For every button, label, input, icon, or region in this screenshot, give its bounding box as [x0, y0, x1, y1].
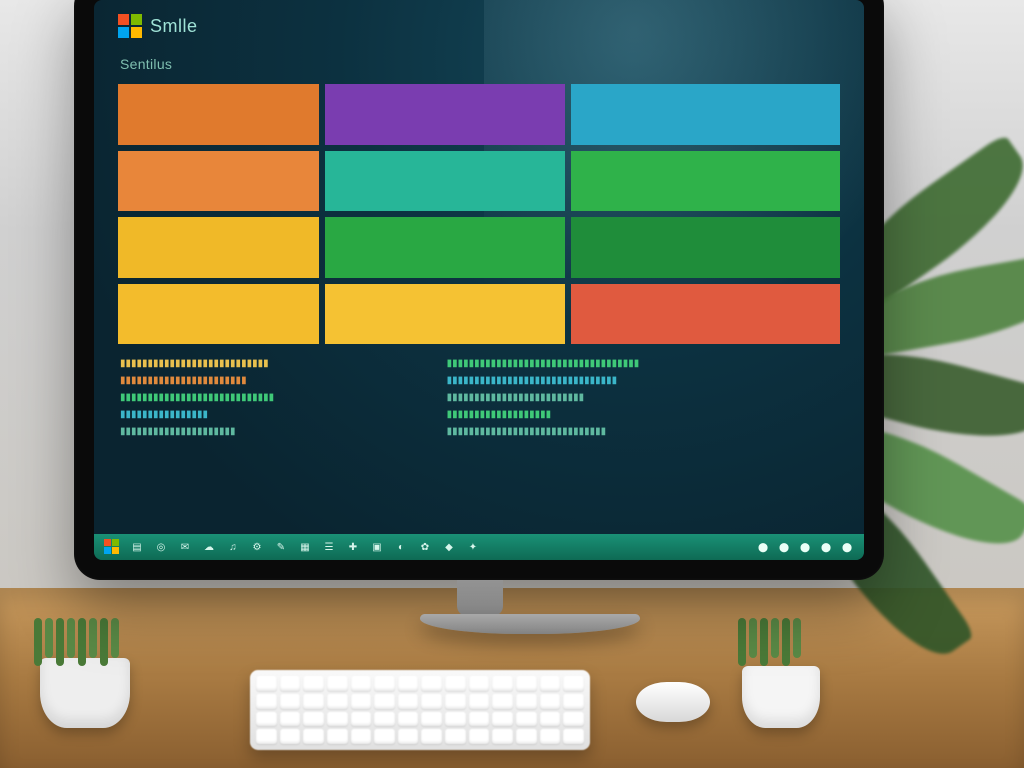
start-button[interactable] — [104, 539, 120, 555]
start-tile-t5[interactable] — [325, 151, 565, 212]
app-title: Smlle — [150, 16, 198, 37]
start-tile-t8[interactable] — [325, 217, 565, 278]
app-header: Smlle — [118, 14, 198, 38]
windows-logo-icon — [118, 14, 142, 38]
taskbar: ▤ ◎ ✉ ☁ ♫ ⚙ ✎ ▦ ☰ ✚ ▣ ◐ ✿ ◆ ✦ ⬤ ⬤ ⬤ ⬤ ⬤ — [94, 534, 864, 560]
start-tile-t11[interactable] — [325, 284, 565, 345]
start-tile-t3[interactable] — [571, 84, 840, 145]
taskbar-app-4[interactable]: ♫ — [226, 540, 240, 554]
code-output-block: ▮▮▮▮▮▮▮▮▮▮▮▮▮▮▮▮▮▮▮▮▮▮▮▮▮▮▮▮▮▮▮▮▮▮▮▮▮▮▮▮… — [120, 356, 840, 520]
taskbar-app-1[interactable]: ◎ — [154, 540, 168, 554]
code-line: ▮▮▮▮▮▮▮▮▮▮▮▮▮▮▮▮▮▮▮▮▮▮▮▮▮▮▮ — [120, 356, 423, 373]
start-tile-t12[interactable] — [571, 284, 840, 345]
tray-icon-2[interactable]: ⬤ — [798, 540, 812, 554]
code-line: ▮▮▮▮▮▮▮▮▮▮▮▮▮▮▮▮▮▮▮▮▮▮▮▮▮▮▮▮ — [120, 390, 423, 407]
screen: Smlle Sentilus ▮▮▮▮▮▮▮▮▮▮▮▮▮▮▮▮▮▮▮▮▮▮▮▮▮… — [94, 0, 864, 560]
code-line: ▮▮▮▮▮▮▮▮▮▮▮▮▮▮▮▮ — [120, 407, 423, 424]
start-tile-t4[interactable] — [118, 151, 319, 212]
system-tray: ⬤ ⬤ ⬤ ⬤ ⬤ — [756, 540, 854, 554]
code-line: ▮▮▮▮▮▮▮▮▮▮▮▮▮▮▮▮▮▮▮▮▮▮▮▮▮▮▮▮▮▮▮ — [447, 373, 840, 390]
start-tile-t9[interactable] — [571, 217, 840, 278]
taskbar-app-0[interactable]: ▤ — [130, 540, 144, 554]
start-tile-t2[interactable] — [325, 84, 565, 145]
tile-grid — [118, 84, 840, 344]
start-tile-t10[interactable] — [118, 284, 319, 345]
tray-icon-3[interactable]: ⬤ — [819, 540, 833, 554]
code-line: ▮▮▮▮▮▮▮▮▮▮▮▮▮▮▮▮▮▮▮▮▮ — [120, 424, 423, 441]
code-line: ▮▮▮▮▮▮▮▮▮▮▮▮▮▮▮▮▮▮▮▮▮▮▮▮▮ — [447, 390, 840, 407]
photo-backdrop: Smlle Sentilus ▮▮▮▮▮▮▮▮▮▮▮▮▮▮▮▮▮▮▮▮▮▮▮▮▮… — [0, 0, 1024, 768]
taskbar-app-10[interactable]: ▣ — [370, 540, 384, 554]
keyboard — [250, 670, 590, 750]
taskbar-app-3[interactable]: ☁ — [202, 540, 216, 554]
tray-icon-4[interactable]: ⬤ — [840, 540, 854, 554]
taskbar-app-13[interactable]: ◆ — [442, 540, 456, 554]
code-line: ▮▮▮▮▮▮▮▮▮▮▮▮▮▮▮▮▮▮▮▮▮▮▮▮▮▮▮▮▮▮▮▮▮▮▮ — [447, 356, 840, 373]
taskbar-app-8[interactable]: ☰ — [322, 540, 336, 554]
mouse — [636, 682, 710, 722]
taskbar-app-2[interactable]: ✉ — [178, 540, 192, 554]
taskbar-app-7[interactable]: ▦ — [298, 540, 312, 554]
taskbar-app-6[interactable]: ✎ — [274, 540, 288, 554]
start-tile-t1[interactable] — [118, 84, 319, 145]
code-line: ▮▮▮▮▮▮▮▮▮▮▮▮▮▮▮▮▮▮▮▮▮▮▮ — [120, 373, 423, 390]
code-line: ▮▮▮▮▮▮▮▮▮▮▮▮▮▮▮▮▮▮▮ — [447, 407, 840, 424]
tray-icon-1[interactable]: ⬤ — [777, 540, 791, 554]
section-heading: Sentilus — [120, 56, 172, 72]
monitor-stand — [420, 576, 540, 636]
taskbar-app-9[interactable]: ✚ — [346, 540, 360, 554]
code-line: ▮▮▮▮▮▮▮▮▮▮▮▮▮▮▮▮▮▮▮▮▮▮▮▮▮▮▮▮▮ — [447, 424, 840, 441]
monitor-bezel: Smlle Sentilus ▮▮▮▮▮▮▮▮▮▮▮▮▮▮▮▮▮▮▮▮▮▮▮▮▮… — [74, 0, 884, 580]
taskbar-app-5[interactable]: ⚙ — [250, 540, 264, 554]
taskbar-app-11[interactable]: ◐ — [394, 540, 408, 554]
tray-icon-0[interactable]: ⬤ — [756, 540, 770, 554]
start-tile-t6[interactable] — [571, 151, 840, 212]
start-tile-t7[interactable] — [118, 217, 319, 278]
taskbar-app-12[interactable]: ✿ — [418, 540, 432, 554]
taskbar-app-14[interactable]: ✦ — [466, 540, 480, 554]
